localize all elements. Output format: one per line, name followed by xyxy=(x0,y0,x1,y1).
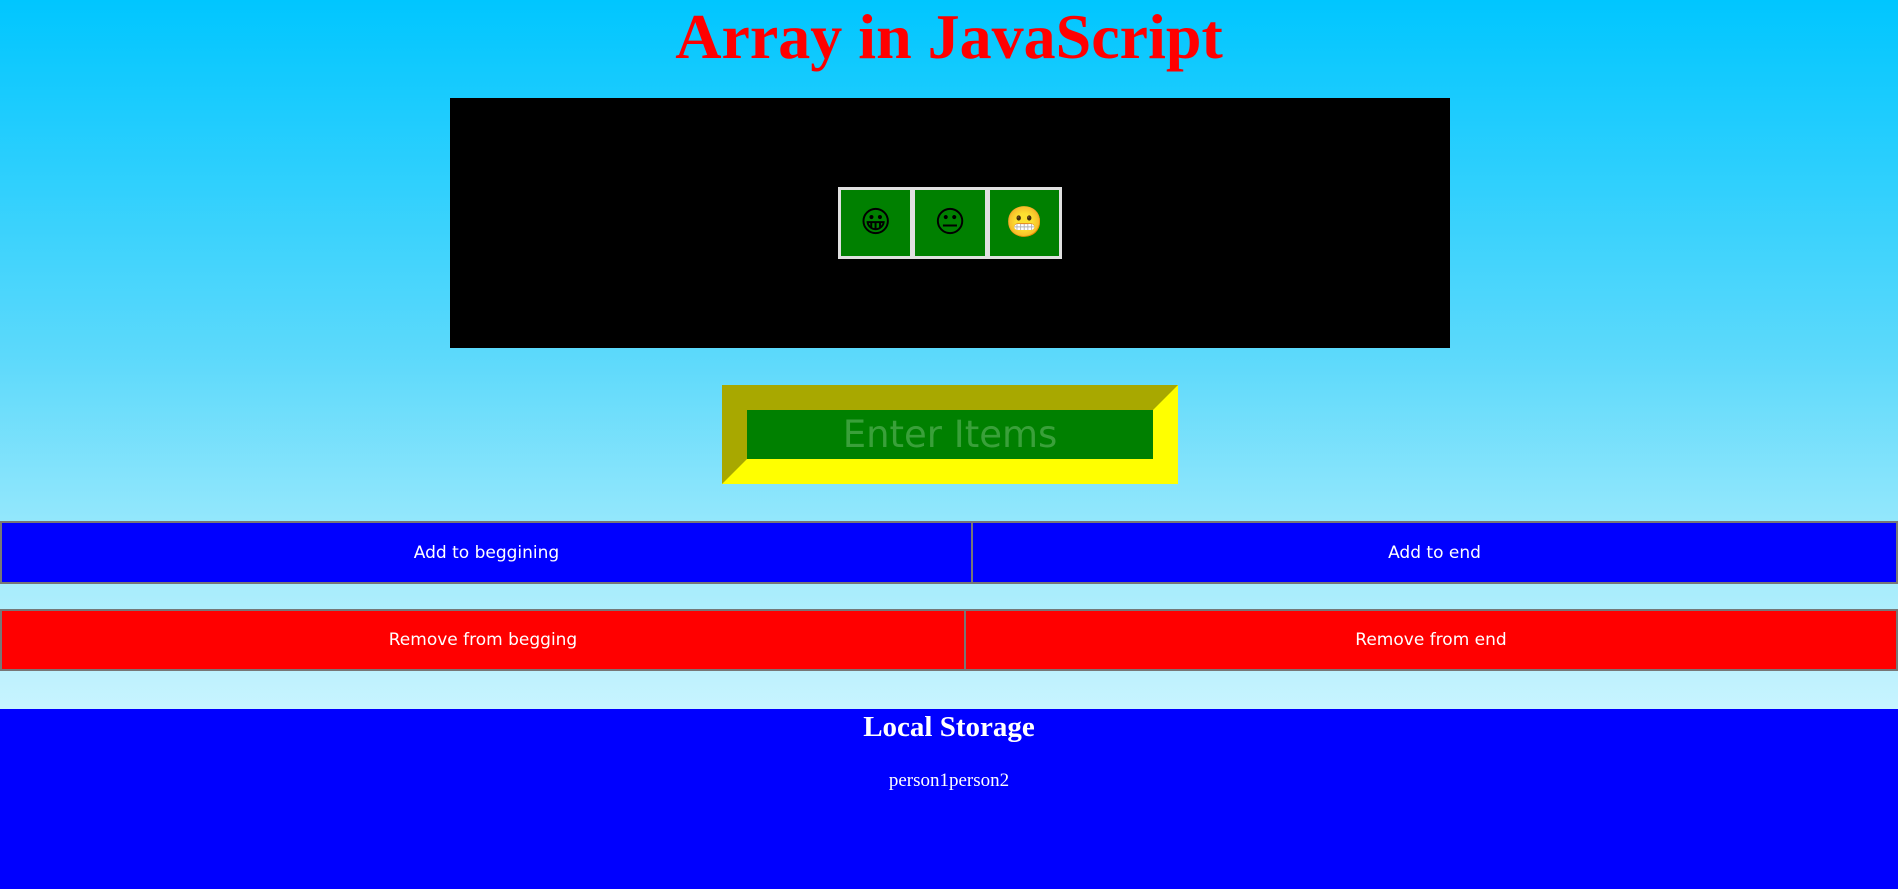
remove-from-end-button[interactable]: Remove from end xyxy=(964,609,1898,671)
array-item: 😀 xyxy=(841,190,911,256)
remove-from-beginning-button[interactable]: Remove from begging xyxy=(0,609,966,671)
add-to-beginning-button[interactable]: Add to beggining xyxy=(0,521,973,584)
item-input-frame xyxy=(722,385,1178,484)
array-item: 😬 xyxy=(989,190,1059,256)
local-storage-title: Local Storage xyxy=(863,711,1035,743)
add-to-end-button[interactable]: Add to end xyxy=(971,521,1898,584)
local-storage-panel: Local Storage person1person2 xyxy=(0,709,1898,889)
local-storage-content: person1person2 xyxy=(888,770,1010,791)
array-items: 😀 😐 😬 xyxy=(838,187,1062,259)
page-title: Array in JavaScript xyxy=(675,1,1223,72)
array-item: 😐 xyxy=(915,190,985,256)
item-input[interactable] xyxy=(747,410,1153,459)
